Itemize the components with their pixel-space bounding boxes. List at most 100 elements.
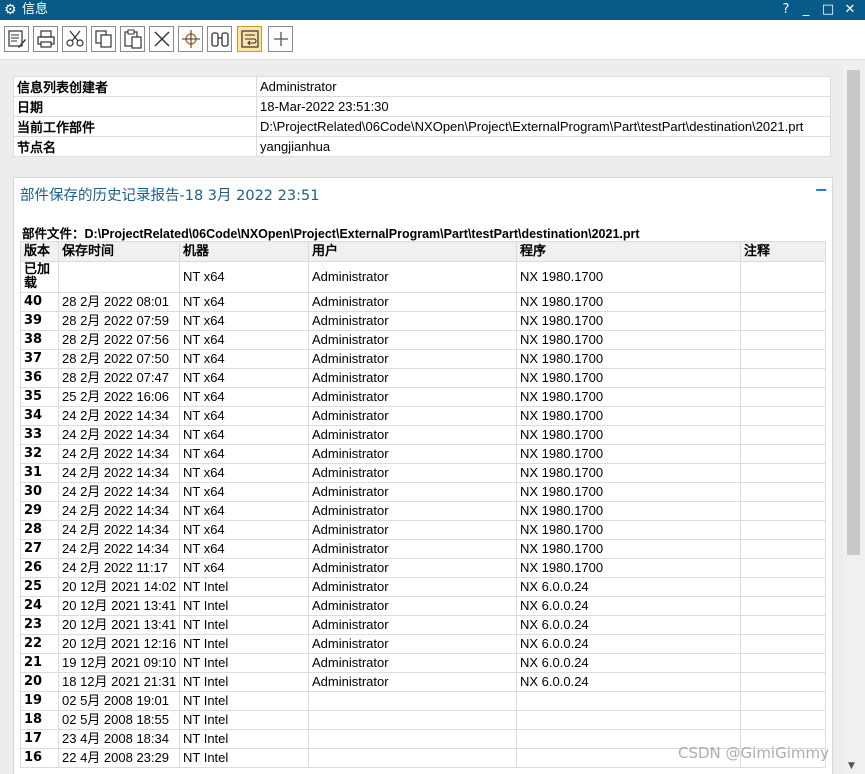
- cell-user: Administrator: [308, 558, 517, 578]
- cell-note: [740, 653, 826, 673]
- print-button[interactable]: [33, 26, 58, 52]
- cell-user: Administrator: [308, 444, 517, 464]
- cell-save-time: 24 2月 2022 14:34: [58, 444, 180, 464]
- table-row: 19 02 5月 2008 19:01 NT Intel: [20, 691, 826, 711]
- table-row: 33 24 2月 2022 14:34 NT x64 Administrator NX …: [20, 425, 826, 445]
- cell-program: NX 1980.1700: [516, 330, 741, 350]
- cell-version: 37: [20, 349, 59, 369]
- table-row: 26 24 2月 2022 11:17 NT x64 Administrator NX …: [20, 558, 826, 578]
- cell-program: NX 1980.1700: [516, 406, 741, 426]
- cell-machine: NT x64: [179, 330, 309, 350]
- find-button[interactable]: [207, 26, 232, 52]
- cell-note: [740, 444, 826, 464]
- cell-version: 27: [20, 539, 59, 559]
- cell-note: [740, 596, 826, 616]
- find-icon: [211, 32, 229, 47]
- cut-button[interactable]: [62, 26, 87, 52]
- copy-icon: [95, 30, 112, 48]
- delete-button[interactable]: [149, 26, 174, 52]
- close-button[interactable]: ✕: [840, 0, 860, 20]
- target-button[interactable]: [178, 26, 203, 52]
- cell-machine: NT x64: [179, 349, 309, 369]
- cell-program: NX 1980.1700: [516, 387, 741, 407]
- cell-program: NX 1980.1700: [516, 444, 741, 464]
- cell-save-time: 28 2月 2022 07:59: [58, 311, 180, 331]
- info-value: yangjianhua: [256, 136, 831, 157]
- cell-user: Administrator: [308, 463, 517, 483]
- info-value: D:\ProjectRelated\06Code\NXOpen\Project\…: [256, 116, 831, 137]
- cell-program: NX 6.0.0.24: [516, 653, 741, 673]
- cell-version: 20: [20, 672, 59, 692]
- info-key: 当前工作部件: [13, 116, 257, 137]
- cell-user: Administrator: [308, 261, 517, 293]
- part-file-path: D:\ProjectRelated\06Code\NXOpen\Project\…: [84, 227, 640, 241]
- cell-version: 39: [20, 311, 59, 331]
- info-value: 18-Mar-2022 23:51:30: [256, 96, 831, 117]
- info-key: 日期: [13, 96, 257, 117]
- copy-button[interactable]: [91, 26, 116, 52]
- table-row: 34 24 2月 2022 14:34 NT x64 Administrator NX …: [20, 406, 826, 426]
- window-title: 信息: [22, 2, 49, 17]
- cell-machine: NT Intel: [179, 729, 309, 749]
- cell-program: NX 1980.1700: [516, 292, 741, 312]
- cell-machine: NT x64: [179, 520, 309, 540]
- help-button[interactable]: ?: [776, 0, 796, 20]
- cell-machine: NT x64: [179, 387, 309, 407]
- table-row: 35 25 2月 2022 16:06 NT x64 Administrator NX …: [20, 387, 826, 407]
- cell-note: [740, 463, 826, 483]
- info-content: 信息列表创建者 Administrator 日期 18-Mar-2022 23:…: [0, 60, 865, 774]
- table-row: 23 20 12月 2021 13:41 NT Intel Administrator…: [20, 615, 826, 635]
- cell-note: [740, 634, 826, 654]
- info-key: 信息列表创建者: [13, 76, 257, 97]
- cell-program: NX 1980.1700: [516, 368, 741, 388]
- maximize-button[interactable]: □: [818, 0, 838, 20]
- cell-user: Administrator: [308, 311, 517, 331]
- scroll-down-icon[interactable]: ▼: [848, 761, 855, 771]
- minimize-button[interactable]: _: [796, 0, 816, 20]
- save-button[interactable]: [4, 26, 29, 52]
- cell-version: 28: [20, 520, 59, 540]
- paste-button[interactable]: [120, 26, 145, 52]
- cell-note: [740, 558, 826, 578]
- cell-user: Administrator: [308, 520, 517, 540]
- cell-save-time: 24 2月 2022 14:34: [58, 520, 180, 540]
- cell-version: 17: [20, 729, 59, 749]
- cell-note: [740, 501, 826, 521]
- table-row: 28 24 2月 2022 14:34 NT x64 Administrator NX …: [20, 520, 826, 540]
- add-icon: [274, 32, 288, 46]
- collapse-button[interactable]: −: [815, 180, 828, 199]
- cell-user: Administrator: [308, 330, 517, 350]
- cell-user: Administrator: [308, 292, 517, 312]
- cell-program: [516, 691, 741, 711]
- cell-program: NX 6.0.0.24: [516, 672, 741, 692]
- part-file-label: 部件文件：: [22, 226, 85, 241]
- cell-machine: NT Intel: [179, 634, 309, 654]
- cell-user: [308, 748, 517, 768]
- cell-program: NX 6.0.0.24: [516, 577, 741, 597]
- cell-save-time: 20 12月 2021 13:41: [58, 615, 180, 635]
- scrollbar-thumb[interactable]: [847, 70, 860, 555]
- table-row: 29 24 2月 2022 14:34 NT x64 Administrator NX …: [20, 501, 826, 521]
- cell-note: [740, 672, 826, 692]
- print-icon: [37, 30, 55, 48]
- cell-version: 38: [20, 330, 59, 350]
- cell-save-time: 19 12月 2021 09:10: [58, 653, 180, 673]
- cell-save-time: 22 4月 2008 23:29: [58, 748, 180, 768]
- wrap-button[interactable]: [237, 26, 262, 52]
- cell-save-time: 20 12月 2021 12:16: [58, 634, 180, 654]
- add-button[interactable]: [268, 26, 293, 52]
- cell-note: [740, 330, 826, 350]
- history-header-row: 版本 保存时间 机器 用户 程序 注释: [20, 241, 826, 262]
- cell-note: [740, 691, 826, 711]
- cell-save-time: 23 4月 2008 18:34: [58, 729, 180, 749]
- cut-icon: [66, 30, 84, 47]
- cell-user: Administrator: [308, 615, 517, 635]
- vertical-scrollbar[interactable]: ▼: [843, 62, 865, 774]
- cell-user: Administrator: [308, 368, 517, 388]
- cell-version: 16: [20, 748, 59, 768]
- cell-user: Administrator: [308, 577, 517, 597]
- cell-version: 32: [20, 444, 59, 464]
- cell-user: [308, 691, 517, 711]
- cell-program: NX 6.0.0.24: [516, 596, 741, 616]
- table-row: 36 28 2月 2022 07:47 NT x64 Administrator NX …: [20, 368, 826, 388]
